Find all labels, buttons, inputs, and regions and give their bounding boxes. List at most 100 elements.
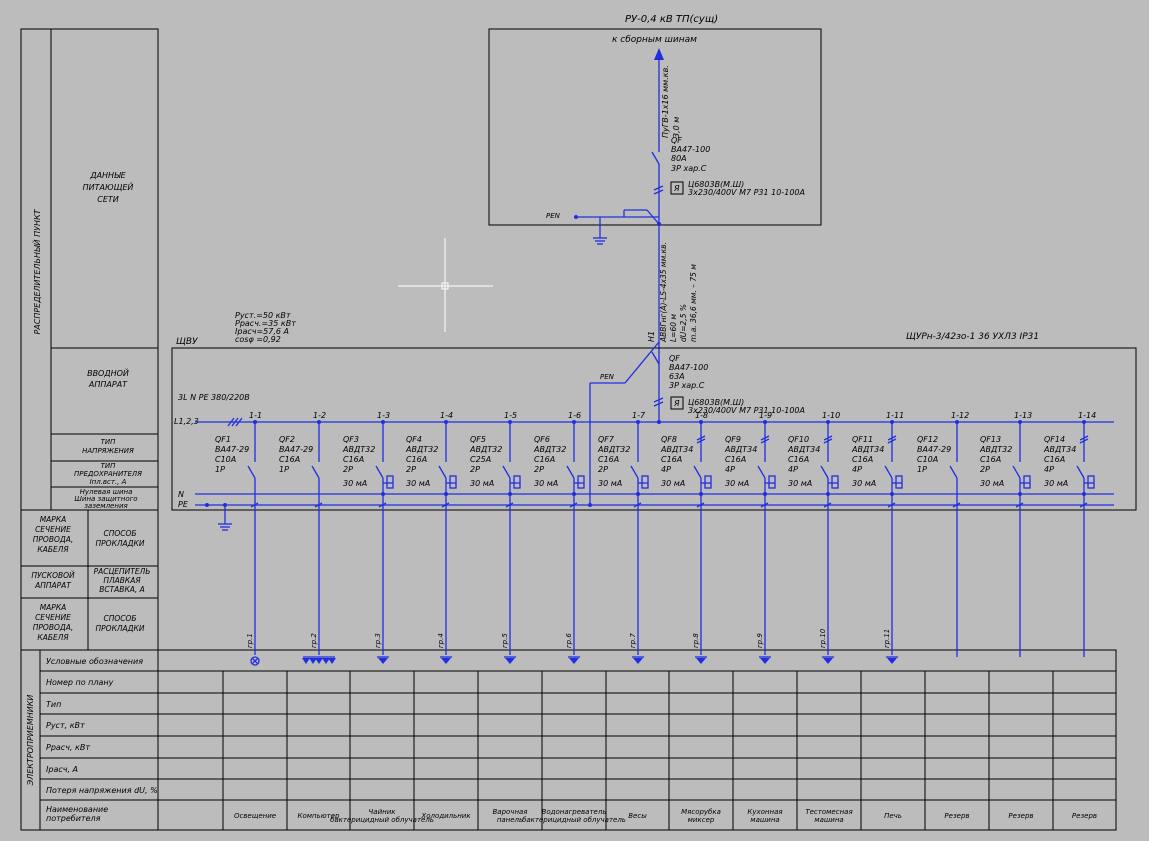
cad-crosshair-cursor: [398, 238, 493, 332]
consumer-table-row-label: Iрасч, А: [46, 765, 78, 774]
left-column-frame: [20, 28, 159, 651]
start-device-label: ПУСКОВОЙ АППАРАТ: [31, 571, 75, 590]
feeder-group-label: гр.4: [437, 633, 445, 648]
feed-meter-label: Ц6803В(М.Ш) 3х230/400V М7 Р31 10-100А: [688, 180, 805, 197]
panel-type: ЩУРн-3/42зо-1 36 УХЛ3 IP31: [906, 332, 1039, 342]
feeder-1-1: 1-1 QF1 ВА47-29 C10A 1P гр.1 Освещение: [215, 411, 276, 820]
feeder-qf-label: QF14 АВДТ34 C16A 4P: [1043, 435, 1076, 474]
feeder-number: 1-14: [1078, 411, 1096, 420]
laying-method-label: СПОСОБ ПРОКЛАДКИ: [96, 529, 145, 548]
neutral-bus-label: Нулевая шина Шина защитного заземления: [74, 488, 137, 510]
consumer-name: Печь: [884, 812, 902, 820]
feeder-number: 1-10: [822, 411, 840, 420]
feeder-qf-label: QF4 АВДТ32 C16A 2P: [405, 435, 438, 474]
feeder-qf-label: QF2 ВА47-29 C16A 1P: [279, 435, 313, 474]
feeder-group-label: гр.1: [246, 633, 254, 648]
feeder-qf-label: QF12 ВА47-29 C10A 1P: [917, 435, 951, 474]
feeder-qf-label: QF9 АВДТ34 C16A 4P: [724, 435, 757, 474]
feeder-1-6: 1-6 QF6 АВДТ32 C16A 2P 30 мА гр.6 Водонагревате…: [522, 411, 626, 824]
pe-label: PE: [178, 500, 189, 509]
consumer-name: Резерв: [1008, 812, 1033, 820]
feeder-number: 1-7: [632, 411, 646, 420]
consumer-name: Холодильник: [420, 812, 471, 820]
feeder-qf-label: QF13 АВДТ32 C16A 2P: [979, 435, 1012, 474]
consumer-name: Тестомесная машина: [805, 808, 852, 824]
feeder-qf-label: QF6 АВДТ32 C16A 2P: [533, 435, 566, 474]
feeder-number: 1-1: [249, 411, 262, 420]
consumer-table-row-label: Потеря напряжения dU, %: [46, 786, 158, 795]
feeder-rcd-ma: 30 мА: [852, 479, 876, 488]
h1-label: H1: [647, 331, 656, 342]
feeder-number: 1-8: [695, 411, 708, 420]
voltage-type-label: ТИП НАПРЯЖЕНИЯ: [82, 438, 134, 455]
consumer-name: Мясорубка миксер: [681, 808, 721, 824]
feeder-group-label: гр.2: [310, 633, 318, 648]
feed-line: [574, 48, 664, 422]
feeder-qf-label: QF10 АВДТ34 C16A 4P: [787, 435, 820, 474]
load-calc: Руст.=50 кВт Ррасч.=35 кВт Iрасч=57,6 Аcos…: [235, 311, 296, 344]
input-meter-glyph: Я: [673, 399, 680, 408]
consumer-table-row-label: Номер по плану: [46, 678, 114, 687]
feeder-rcd-ma: 30 мА: [534, 479, 558, 488]
consumer-name: Резерв: [944, 812, 969, 820]
feeder-number: 1-3: [377, 411, 390, 420]
feeder-number: 1-11: [886, 411, 904, 420]
consumer-name: Весы: [628, 812, 647, 820]
feeder-number: 1-2: [313, 411, 326, 420]
feeder-qf-label: QF3 АВДТ32 C16A 2P: [342, 435, 375, 474]
consumer-table-row-label: Ррасч, кВт: [46, 743, 90, 752]
feeder-qf-label: QF5 АВДТ32 C25A 2P: [469, 435, 502, 474]
feeder-group-label: гр.6: [565, 633, 573, 648]
feeder-rcd-ma: 30 мА: [980, 479, 1004, 488]
feeder-1-4: 1-4 QF4 АВДТ32 C16A 2P 30 мА гр.4 Холодильник: [405, 411, 471, 820]
feeder-rcd-ma: 30 мА: [1044, 479, 1068, 488]
feeder-number: 1-6: [568, 411, 581, 420]
consumer-name: Водонагреватель бактерицидный облучатель: [522, 808, 626, 824]
feeder-rcd-ma: 30 мА: [470, 479, 494, 488]
feeder-1-3: 1-3 QF3 АВДТ32 C16A 2P 30 мА гр.3 Чайник бактери…: [330, 411, 434, 824]
feeder-qf-label: QF1 ВА47-29 C10A 1P: [215, 435, 249, 474]
input-device-label: ВВОДНОЙ АППАРАТ: [87, 367, 129, 389]
feeder-number: 1-9: [759, 411, 772, 420]
feeder-group-label: гр.5: [501, 633, 509, 648]
feed-meter-glyph: Я: [673, 184, 680, 193]
main-busbars: [195, 417, 1114, 531]
feed-cable-label: ПуГВ-1х16 мм.кв. 3,0 м: [661, 65, 681, 138]
consumer-name: Освещение: [234, 812, 276, 820]
feeder-number: 1-13: [1014, 411, 1032, 420]
consumers-vertical-label: ЭЛЕКТРОПРИЕМНИКИ: [26, 695, 35, 787]
panel-voltage: 3L N PE 380/220В: [178, 393, 250, 402]
network-data-label: ДАННЫЕ ПИТАЮЩЕЙ СЕТИ: [83, 171, 134, 204]
feeder-qf-label: QF11 АВДТ34 C16A 4P: [851, 435, 884, 474]
input-qf-label: QF ВА47-100 63А 3P хар.С: [669, 354, 708, 390]
consumer-table-row-label: Тип: [46, 700, 61, 709]
consumer-table: Условные обозначения Номер по плану Тип Рус…: [20, 649, 1117, 831]
single-line-diagram: РАСПРЕДЕЛИТЕЛЬНЫЙ ПУНКТ ДАННЫЕ ПИТАЮЩЕЙ СЕ…: [20, 14, 1137, 831]
feeder-group-label: гр.9: [756, 633, 764, 648]
feeder-group-label: гр.3: [374, 633, 382, 648]
feeder-rcd-ma: 30 мА: [406, 479, 430, 488]
network-vertical-label: РАСПРЕДЕЛИТЕЛЬНЫЙ ПУНКТ: [31, 208, 42, 334]
feeders-group: 1-1 QF1 ВА47-29 C10A 1P гр.1 Освещение 1-2 QF2 ВА…: [215, 411, 1097, 824]
feeder-number: 1-5: [504, 411, 517, 420]
pen-top-label: PEN: [546, 212, 561, 220]
feeder-1-13: 1-13 QF13 АВДТ32 C16A 2P 30 мА Резерв: [979, 411, 1034, 820]
feeder-1-11: 1-11 QF11 АВДТ34 C16A 4P 30 мА гр.11 Печь: [851, 411, 904, 820]
consumer-name: Чайник бактерицидный облучатель: [330, 808, 434, 824]
feed-qf-label: QF ВА47-100 80А 3P хар.С: [671, 136, 710, 173]
panel-name: ЩВУ: [176, 337, 198, 347]
feeder-group-label: гр.7: [629, 633, 637, 648]
consumer-table-row-label: Руст, кВт: [46, 721, 85, 730]
fuse-type-label: ТИП ПРЕДОХРАНИТЕЛЯ Iпл.вст., А: [74, 462, 142, 486]
feeder-group-label: гр.10: [819, 628, 827, 648]
consumer-table-row-label: Условные обозначения: [46, 657, 143, 666]
feeder-1-7: 1-7 QF7 АВДТ32 C16A 2P 30 мА гр.7 Весы: [597, 411, 649, 820]
ru-title: РУ-0,4 кВ ТП(сущ): [625, 14, 718, 25]
main-cable-label: АВВГнг(А)-LS-4х35 мм.кв.L=60 мdU=2,5 %m.…: [659, 242, 698, 343]
cable-mark-label: МАРКА СЕЧЕНИЕ ПРОВОДА, КАБЕЛЯ: [33, 515, 74, 554]
feeder-group-label: гр.11: [883, 629, 891, 648]
laying-method2-label: СПОСОБ ПРОКЛАДКИ: [96, 614, 145, 633]
feeder-rcd-ma: 30 мА: [788, 479, 812, 488]
feeder-rcd-ma: 30 мА: [725, 479, 749, 488]
feeder-1-2: 1-2QF2 ВА47-29 C16A 1Pгр.2Компьютер: [279, 411, 340, 820]
